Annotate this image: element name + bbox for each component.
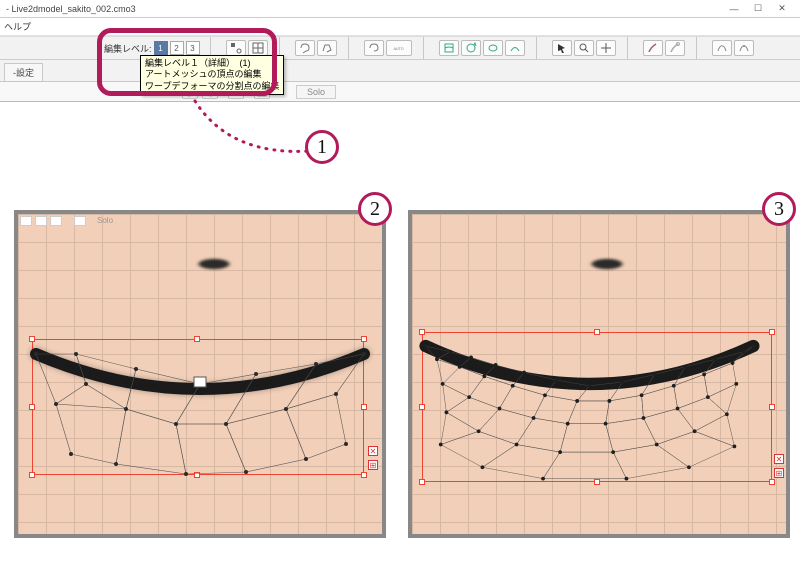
window-title: - Live2dmodel_sakito_002.cmo3 <box>6 4 136 14</box>
canvas-2-btn-c[interactable] <box>50 216 62 226</box>
edit-level-tooltip: 編集レベル１（詳細） (1) アートメッシュの頂点の編集 ワープデフォーマの分割… <box>140 55 284 95</box>
menu-help[interactable]: ヘルプ <box>4 20 31 33</box>
window-minimize-button[interactable]: — <box>722 2 746 16</box>
select-group <box>551 37 628 59</box>
canvas-panel-3[interactable]: ✕ ⊞ <box>412 214 786 534</box>
sel3-lock-button[interactable]: ⊞ <box>774 468 784 478</box>
sel3-handle-br[interactable] <box>769 479 775 485</box>
path-edit-button[interactable] <box>734 40 754 56</box>
path-group <box>711 37 765 59</box>
window-close-button[interactable]: ✕ <box>770 2 794 16</box>
mouth-mesh-2 <box>26 314 374 494</box>
panel-3-wrap: 3 ✕ ⊞ <box>408 210 790 538</box>
magnifier-tool-button[interactable] <box>574 40 594 56</box>
tooltip-line3: ワープデフォーマの分割点の編集 <box>145 81 279 92</box>
lasso-button[interactable] <box>295 40 315 56</box>
brush-group <box>642 37 697 59</box>
title-bar: - Live2dmodel_sakito_002.cmo3 — ☐ ✕ <box>0 0 800 18</box>
tooltip-line2: アートメッシュの頂点の編集 <box>145 69 279 80</box>
settings-tab[interactable]: -設定 <box>4 63 43 81</box>
panel-3-border: ✕ ⊞ <box>408 210 790 538</box>
comparison-panels: 2 Solo <box>14 210 794 538</box>
canvas-2-btn-d[interactable] <box>74 216 86 226</box>
edit-level-3-button[interactable]: 3 <box>186 41 200 55</box>
deform-ellipse-button[interactable] <box>483 40 503 56</box>
arrow-tool-button[interactable] <box>552 40 572 56</box>
annotation-number-1: 1 <box>305 130 339 164</box>
canvas-2-solo[interactable]: Solo <box>97 216 113 226</box>
auto-label-button[interactable]: AUTO <box>386 40 412 56</box>
deform-rotate-button[interactable] <box>461 40 481 56</box>
edit-level-2-button[interactable]: 2 <box>170 41 184 55</box>
canvas-2-btn-a[interactable] <box>20 216 32 226</box>
deform-curve-button[interactable] <box>505 40 525 56</box>
lasso-auto-button[interactable] <box>364 40 384 56</box>
edit-level-label: 編集レベル: <box>104 42 152 55</box>
canvas-sub-toolbar: Solo <box>0 82 800 102</box>
svg-text:AUTO: AUTO <box>393 47 403 51</box>
tooltip-line1: 編集レベル１（詳細） (1) <box>145 58 279 69</box>
nose-shadow-3 <box>589 258 625 270</box>
lasso-group <box>294 37 349 59</box>
window-maximize-button[interactable]: ☐ <box>746 2 770 16</box>
panel-2-border: Solo ✕ ⊞ <box>14 210 386 538</box>
pivot-handle-2 <box>194 377 206 387</box>
annotation-number-2: 2 <box>358 192 392 226</box>
edit-level-1-button[interactable]: 1 <box>154 41 168 55</box>
menu-bar: ヘルプ <box>0 18 800 36</box>
deform-group <box>438 37 537 59</box>
annotation-callout-1: 1 <box>305 130 339 164</box>
brush-tool-button[interactable] <box>643 40 663 56</box>
main-toolbar: 編集レベル: 1 2 3 AUTO <box>0 36 800 60</box>
nose-shadow-2 <box>196 258 232 270</box>
annotation-number-3: 3 <box>762 192 796 226</box>
sel3-handle-tr[interactable] <box>769 329 775 335</box>
crosshair-tool-button[interactable] <box>596 40 616 56</box>
eraser-tool-button[interactable] <box>665 40 685 56</box>
canvas-2-topbar: Solo <box>20 216 113 226</box>
mouth-mesh-3 <box>418 310 761 490</box>
lasso-auto-group: AUTO <box>363 37 424 59</box>
tab-bar: -設定 Live2dmodel_sakit × <box>0 60 800 82</box>
deform-warp-button[interactable] <box>439 40 459 56</box>
sel3-handle-mr[interactable] <box>769 404 775 410</box>
snap-point-button[interactable] <box>226 40 246 56</box>
annotation-callout-3: 3 <box>762 192 796 226</box>
canvas-2-btn-b[interactable] <box>35 216 47 226</box>
panel-2-wrap: 2 Solo <box>14 210 386 538</box>
lasso-poly-button[interactable] <box>317 40 337 56</box>
path-tool-button[interactable] <box>712 40 732 56</box>
snap-grid-button[interactable] <box>248 40 268 56</box>
canvas-panel-2[interactable]: Solo ✕ ⊞ <box>18 214 382 534</box>
sel3-delete-button[interactable]: ✕ <box>774 454 784 464</box>
annotation-callout-2: 2 <box>358 192 392 226</box>
